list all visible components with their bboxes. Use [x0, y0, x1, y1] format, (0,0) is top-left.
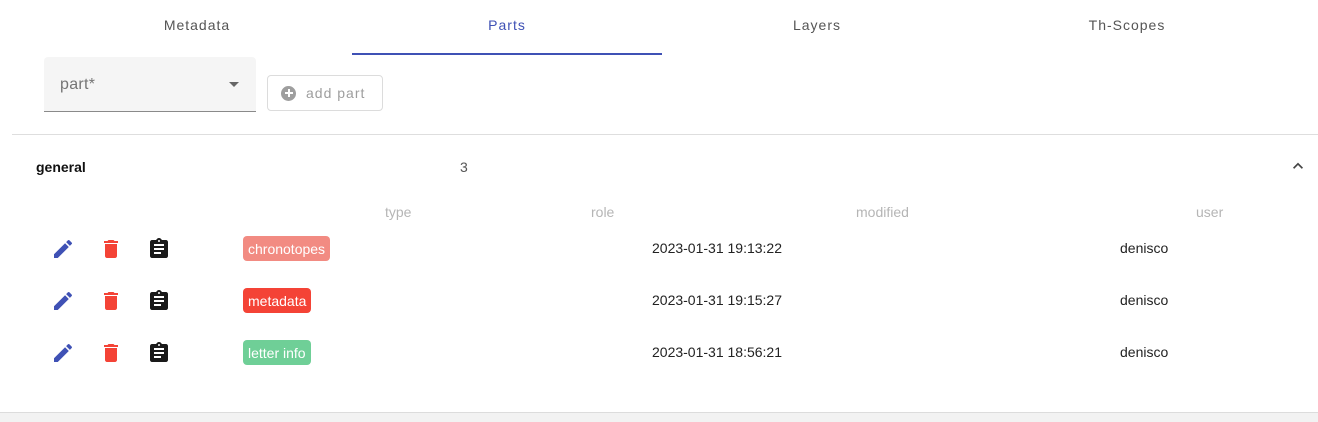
part-type-chip: chronotopes — [243, 236, 331, 261]
column-header-role: role — [591, 204, 615, 220]
clipboard-icon[interactable] — [147, 289, 171, 313]
user-cell: denisco — [1120, 240, 1169, 256]
add-part-label: add part — [306, 85, 366, 101]
tab-parts[interactable]: Parts — [352, 0, 662, 56]
tab-label: Th-Scopes — [1088, 17, 1166, 33]
edit-icon[interactable] — [51, 237, 75, 261]
tab-label: Parts — [488, 17, 526, 33]
table-row: letter info 2023-01-31 18:56:21 denisco — [0, 335, 1318, 371]
clipboard-icon[interactable] — [147, 237, 171, 261]
add-part-button[interactable]: add part — [267, 75, 383, 111]
modified-cell: 2023-01-31 19:13:22 — [652, 240, 782, 256]
clipboard-icon[interactable] — [147, 341, 171, 365]
tab-label: Layers — [792, 17, 842, 33]
delete-icon[interactable] — [99, 237, 123, 261]
delete-icon[interactable] — [99, 289, 123, 313]
tab-layers[interactable]: Layers — [662, 0, 972, 56]
divider — [12, 134, 1318, 135]
tab-th-scopes[interactable]: Th-Scopes — [972, 0, 1282, 56]
column-header-modified: modified — [856, 204, 909, 220]
delete-icon[interactable] — [99, 341, 123, 365]
table-row: chronotopes 2023-01-31 19:13:22 denisco — [0, 231, 1318, 267]
chevron-up-icon[interactable] — [1288, 156, 1308, 176]
table-row: metadata 2023-01-31 19:15:27 denisco — [0, 283, 1318, 319]
panel-footer — [0, 412, 1318, 422]
user-cell: denisco — [1120, 292, 1169, 308]
part-type-select[interactable]: part* — [44, 57, 256, 112]
edit-icon[interactable] — [51, 289, 75, 313]
group-title[interactable]: general — [36, 159, 86, 175]
edit-icon[interactable] — [51, 341, 75, 365]
modified-cell: 2023-01-31 19:15:27 — [652, 292, 782, 308]
part-select-label: part* — [60, 76, 96, 93]
add-circle-icon — [281, 85, 296, 101]
user-cell: denisco — [1120, 344, 1169, 360]
group-count: 3 — [460, 159, 468, 175]
column-header-type: type — [385, 204, 412, 220]
modified-cell: 2023-01-31 18:56:21 — [652, 344, 782, 360]
dropdown-arrow-icon — [229, 82, 239, 87]
column-header-user: user — [1196, 204, 1224, 220]
tab-bar: Metadata Parts Layers Th-Scopes — [42, 0, 1282, 56]
tab-label: Metadata — [163, 17, 231, 33]
part-type-chip: letter info — [243, 340, 311, 365]
tab-metadata[interactable]: Metadata — [42, 0, 352, 56]
part-type-chip: metadata — [243, 288, 312, 313]
